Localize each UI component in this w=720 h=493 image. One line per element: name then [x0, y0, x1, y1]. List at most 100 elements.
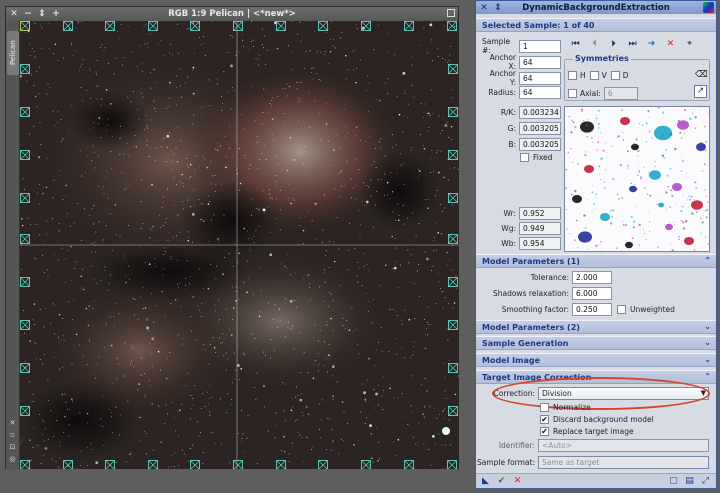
execute-icon[interactable]: ✔	[496, 476, 507, 487]
rk-value: 0.003234	[519, 106, 561, 119]
bright-star	[442, 427, 450, 435]
last-sample-icon[interactable]: ⏭	[626, 37, 639, 50]
close-icon[interactable]: ✕	[8, 8, 20, 20]
g-label: G:	[507, 124, 516, 133]
bottom-toolbar: ◣ ✔ ✕ ▢ ▤ ⤢	[476, 473, 716, 488]
center-sample-icon[interactable]: ⌖	[683, 37, 696, 50]
mask-icon[interactable]: ▫	[8, 431, 17, 440]
identifier-label: Identifier:	[498, 441, 535, 450]
fixed-checkbox[interactable]	[520, 153, 529, 162]
section-model-image[interactable]: Model Image ⌄	[476, 353, 716, 367]
section-sample-generation[interactable]: Sample Generation ⌄	[476, 336, 716, 350]
stf-icon[interactable]: ◎	[8, 455, 17, 464]
sym-h-label: H	[580, 71, 586, 80]
fit-icon[interactable]: ✕	[8, 419, 17, 428]
cancel-icon[interactable]: ✕	[512, 476, 523, 487]
first-sample-icon[interactable]: ⏮	[569, 37, 582, 50]
shadows-relaxation-input[interactable]: 6.000	[572, 287, 612, 300]
correction-select-value: Division	[542, 389, 572, 398]
sample-format-value: Same as target	[542, 458, 600, 467]
astro-image[interactable]	[20, 21, 459, 469]
go-to-sample-icon[interactable]: ➜	[645, 37, 658, 50]
model-image-label: Model Image	[482, 355, 540, 365]
fixed-label: Fixed	[533, 153, 553, 162]
shade-icon[interactable]: ⇕	[36, 8, 48, 20]
b-value: 0.003205	[519, 138, 561, 151]
replace-target-checkbox[interactable]: ✔	[540, 427, 549, 436]
g-value: 0.003205	[519, 122, 561, 135]
section-selected-sample[interactable]: Selected Sample: 1 of 40	[476, 18, 716, 32]
discard-background-checkbox[interactable]: ✔	[540, 415, 549, 424]
sample-generation-label: Sample Generation	[482, 338, 569, 348]
normalize-label: Normalize	[553, 403, 591, 412]
wr-label: Wr:	[503, 209, 516, 218]
new-instance-icon[interactable]: ◣	[480, 476, 491, 487]
collapse-icon[interactable]: ⌃	[704, 256, 711, 265]
sample-preview-image	[565, 107, 709, 251]
symmetries-title: Symmetries	[573, 54, 631, 63]
axial-spinbox[interactable]: 6	[603, 87, 638, 100]
delete-sample-icon[interactable]: ✕	[664, 37, 677, 50]
sym-v-checkbox[interactable]	[589, 71, 599, 80]
sym-d-checkbox[interactable]	[610, 71, 620, 80]
pan-icon[interactable]: ⊡	[8, 443, 17, 452]
maximize-icon[interactable]: +	[50, 8, 62, 20]
sample-preview[interactable]	[564, 106, 710, 252]
image-window-titlebar[interactable]: ✕ − ⇕ + RGB 1:9 Pelican | <*new*>	[6, 7, 458, 21]
wb-label: Wb:	[501, 239, 516, 248]
anchor-x-input[interactable]: 64	[519, 55, 561, 69]
sample-format-select[interactable]: Same as target	[538, 456, 709, 469]
iconize-icon[interactable]	[447, 9, 455, 17]
side-tab-bar: Pelican ✕ ▫ ⊡ ◎	[6, 21, 20, 470]
correction-select[interactable]: Division ▼	[538, 387, 709, 400]
identifier-input[interactable]: <Auto>	[538, 439, 709, 452]
image-window: ✕ − ⇕ + RGB 1:9 Pelican | <*new*> Pelica…	[5, 6, 459, 470]
pixinsight-logo-icon	[703, 2, 714, 13]
show-symmetries-icon[interactable]: ↗	[694, 85, 707, 98]
view-id-tab[interactable]: Pelican	[7, 31, 19, 75]
section-model-params-1[interactable]: Model Parameters (1) ⌃	[476, 254, 716, 268]
expand-icon[interactable]: ⌄	[704, 338, 711, 347]
sym-v-label: V	[601, 71, 607, 80]
next-sample-icon[interactable]: ⏵	[607, 37, 620, 50]
target-correction-label: Target Image Correction	[482, 372, 592, 382]
sample-number-input[interactable]: 1	[519, 39, 561, 53]
anchor-y-label: Anchor Y:	[489, 69, 516, 87]
section-target-correction[interactable]: Target Image Correction ⌃	[476, 370, 716, 384]
normalize-checkbox[interactable]	[540, 403, 549, 412]
sym-d-label: D	[622, 71, 629, 80]
smoothing-factor-input[interactable]: 0.250	[572, 303, 612, 316]
unweighted-label: Unweighted	[630, 305, 675, 314]
axial-checkbox[interactable]	[568, 89, 577, 98]
collapse-icon[interactable]: ⌃	[704, 372, 711, 381]
rk-label: R/K:	[500, 108, 516, 117]
model-params-2-label: Model Parameters (2)	[482, 322, 580, 332]
wr-value: 0.952	[519, 207, 561, 220]
shade-icon[interactable]: ⇕	[492, 2, 504, 14]
section-model-params-2[interactable]: Model Parameters (2) ⌄	[476, 320, 716, 334]
correction-label: Correction:	[493, 389, 535, 398]
track-view-icon[interactable]: ▤	[684, 476, 695, 487]
previous-sample-icon[interactable]: ⏴	[588, 37, 601, 50]
smoothing-factor-label: Smoothing factor:	[501, 305, 569, 314]
reset-icon[interactable]: ⤢	[700, 476, 711, 487]
b-label: B:	[508, 140, 516, 149]
nebula-image[interactable]	[20, 21, 459, 469]
shadows-relaxation-label: Shadows relaxation:	[492, 289, 569, 298]
browse-doc-icon[interactable]: ▢	[668, 476, 679, 487]
replace-target-label: Replace target image	[553, 427, 634, 436]
minimize-icon[interactable]: −	[22, 8, 34, 20]
expand-icon[interactable]: ⌄	[704, 355, 711, 364]
close-icon[interactable]: ✕	[478, 2, 490, 14]
tolerance-input[interactable]: 2.000	[572, 271, 612, 284]
expand-icon[interactable]: ⌄	[704, 322, 711, 331]
sym-h-checkbox[interactable]	[568, 71, 577, 80]
model-params-1-label: Model Parameters (1)	[482, 256, 580, 266]
sample-format-label: Sample format:	[476, 458, 535, 467]
anchor-y-input[interactable]: 64	[519, 71, 561, 85]
radius-input[interactable]: 64	[519, 86, 561, 99]
image-window-title: RGB 1:9 Pelican | <*new*>	[168, 9, 296, 19]
dbe-titlebar[interactable]: ✕ ⇕ DynamicBackgroundExtraction	[476, 1, 716, 14]
clear-symmetries-icon[interactable]: ⌫	[695, 70, 708, 80]
unweighted-checkbox[interactable]	[617, 305, 626, 314]
